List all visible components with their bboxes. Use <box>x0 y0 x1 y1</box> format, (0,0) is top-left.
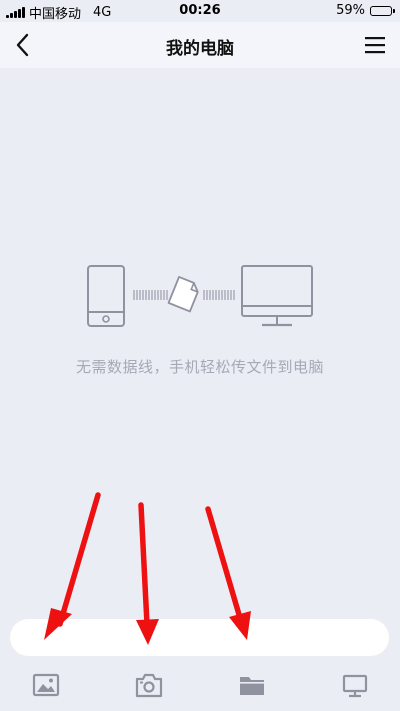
camera-button[interactable] <box>134 670 164 700</box>
transfer-illustration <box>87 265 313 327</box>
nav-bar: 我的电脑 <box>0 22 400 68</box>
transfer-dots-left <box>133 290 168 300</box>
file-transfer-icon <box>167 275 199 313</box>
bottom-toolbar <box>0 660 400 711</box>
battery-percent: 59% <box>336 3 365 18</box>
phone-icon <box>87 265 125 327</box>
camera-icon <box>135 673 163 698</box>
empty-state-message: 无需数据线，手机轻松传文件到电脑 <box>75 358 324 376</box>
computer-button[interactable] <box>340 670 370 700</box>
status-bar: 中国移动 4G 00:26 59% <box>0 0 400 22</box>
status-right: 59% <box>336 3 395 18</box>
chat-content-area: 无需数据线，手机轻松传文件到电脑 <box>0 68 400 610</box>
hamburger-menu-icon <box>365 37 385 54</box>
monitor-icon <box>241 265 313 327</box>
battery-icon <box>370 5 395 16</box>
menu-button[interactable] <box>364 35 386 55</box>
page-title: 我的电脑 <box>166 39 234 59</box>
transfer-dots-right <box>203 290 235 300</box>
message-input[interactable] <box>10 619 389 656</box>
folder-icon <box>240 677 264 695</box>
image-icon <box>32 673 60 697</box>
send-image-button[interactable] <box>31 670 61 700</box>
computer-icon <box>342 674 368 698</box>
send-file-button[interactable] <box>237 670 267 700</box>
